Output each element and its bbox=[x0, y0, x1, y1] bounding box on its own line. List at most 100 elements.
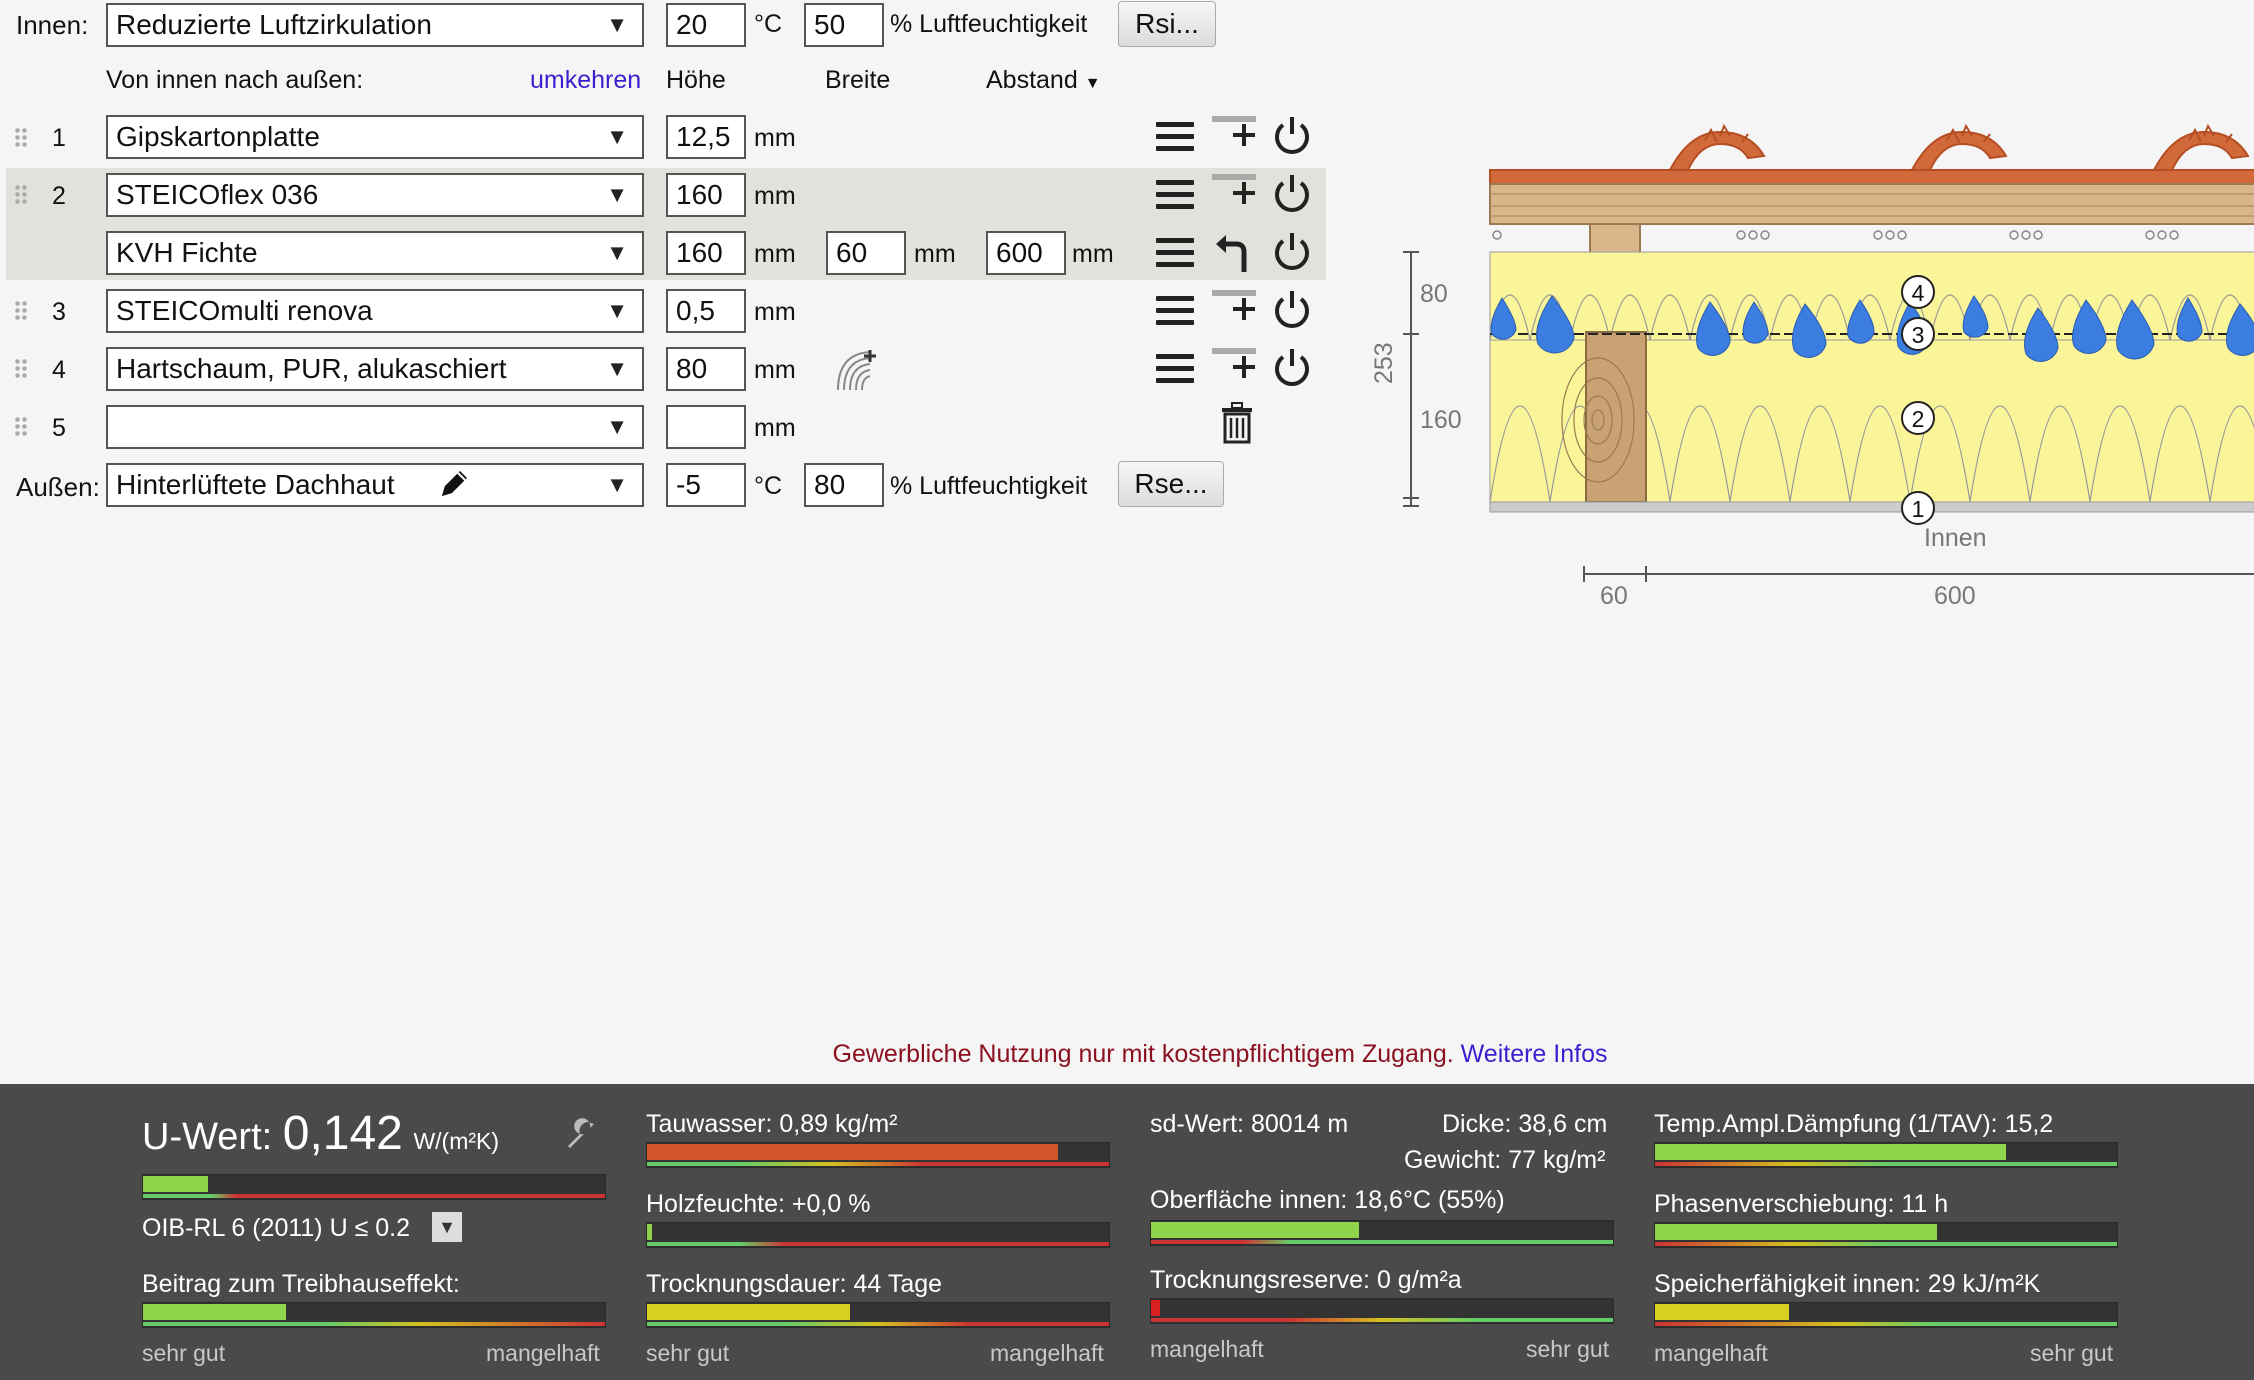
layer-menu-icon[interactable] bbox=[1156, 354, 1194, 386]
outside-humidity-input[interactable]: 80 bbox=[804, 463, 884, 507]
scale-good-label: sehr gut bbox=[2030, 1340, 2114, 1366]
inside-temp-input[interactable]: 20 bbox=[666, 3, 746, 47]
drying-reserve-bar bbox=[1150, 1298, 1614, 1324]
roof-tiles bbox=[1489, 123, 2254, 185]
dim-bottom-label: 160 bbox=[1420, 406, 1462, 434]
pencil-icon[interactable] bbox=[436, 466, 472, 502]
condensate-bar-fill bbox=[647, 1144, 1059, 1160]
more-info-link[interactable]: Weitere Infos bbox=[1461, 1040, 1608, 1068]
u-value-number: 0,142 bbox=[282, 1107, 403, 1160]
dim-spacing-label: 600 bbox=[1934, 582, 1976, 610]
wood-moisture-bar bbox=[646, 1222, 1110, 1248]
undo-arrow-icon[interactable] bbox=[1214, 232, 1254, 274]
layer-spacing-input[interactable]: 600 bbox=[986, 231, 1066, 275]
inside-label: Innen: bbox=[16, 10, 89, 40]
greenhouse-label: Beitrag zum Treibhauseffekt: bbox=[142, 1270, 460, 1298]
layer-width-unit: mm bbox=[914, 240, 956, 268]
inside-preset-value: Reduzierte Luftzirkulation bbox=[116, 9, 432, 40]
weight-label: Gewicht: 77 kg/m² bbox=[1404, 1146, 1606, 1174]
layer-menu-icon[interactable] bbox=[1156, 296, 1194, 328]
greenhouse-bar bbox=[142, 1302, 606, 1328]
drag-handle-icon[interactable] bbox=[14, 300, 28, 322]
phase-shift-label: Phasenverschiebung: 11 h bbox=[1654, 1190, 1949, 1218]
add-sublayer-icon[interactable] bbox=[1210, 286, 1258, 326]
wrench-icon[interactable] bbox=[566, 1118, 600, 1152]
power-toggle-icon[interactable] bbox=[1272, 172, 1312, 214]
marker-3: 3 bbox=[1911, 322, 1925, 348]
layer-thickness-input[interactable]: 160 bbox=[666, 173, 746, 217]
u-value-label: U-Wert: bbox=[142, 1116, 273, 1158]
drag-handle-icon[interactable] bbox=[14, 184, 28, 206]
layer-material-select[interactable]: STEICOflex 036 ▼ bbox=[106, 173, 644, 217]
layer-thickness-input[interactable] bbox=[666, 405, 746, 449]
layer-number: 4 bbox=[52, 356, 66, 384]
wood-moisture-bar-fill bbox=[647, 1224, 652, 1240]
roof-section-diagram bbox=[1403, 123, 2254, 582]
scale-good-label: sehr gut bbox=[142, 1340, 226, 1366]
layer-material-select[interactable]: Gipskartonplatte ▼ bbox=[106, 115, 644, 159]
damping-bar bbox=[1654, 1142, 2118, 1168]
rsi-button[interactable]: Rsi... bbox=[1118, 1, 1216, 47]
layer-thickness-input[interactable]: 12,5 bbox=[666, 115, 746, 159]
drag-handle-icon[interactable] bbox=[14, 127, 28, 149]
inside-preset-select[interactable]: Reduzierte Luftzirkulation ▼ bbox=[106, 3, 644, 47]
marker-4: 4 bbox=[1911, 280, 1925, 306]
layer-menu-icon[interactable] bbox=[1156, 180, 1194, 212]
trash-icon[interactable] bbox=[1220, 402, 1254, 444]
condensate-label: Tauwasser: 0,89 kg/m² bbox=[646, 1110, 898, 1138]
layer-unit: mm bbox=[754, 298, 796, 326]
column-height-header: Höhe bbox=[666, 66, 726, 94]
column-width-header: Breite bbox=[825, 66, 891, 94]
add-sublayer-icon[interactable] bbox=[1210, 112, 1258, 152]
reverse-link[interactable]: umkehren bbox=[530, 68, 641, 93]
chevron-down-icon: ▼ bbox=[606, 356, 628, 381]
layer-number: 1 bbox=[52, 124, 66, 152]
power-toggle-icon[interactable] bbox=[1272, 230, 1312, 272]
chevron-down-icon: ▼ bbox=[606, 298, 628, 323]
commercial-notice: Gewerbliche Nutzung nur mit kostenpflich… bbox=[0, 1040, 2254, 1069]
scale-bad-label: mangelhaft bbox=[486, 1340, 600, 1366]
layer-material-select[interactable]: STEICOmulti renova ▼ bbox=[106, 289, 644, 333]
add-sublayer-icon[interactable] bbox=[1210, 344, 1258, 384]
norm-dropdown-icon[interactable]: ▼ bbox=[432, 1212, 462, 1242]
layer-material-select[interactable]: ▼ bbox=[106, 405, 644, 449]
layer-menu-icon[interactable] bbox=[1156, 122, 1194, 154]
u-value-bar-fill bbox=[143, 1176, 208, 1192]
layer-number: 2 bbox=[52, 182, 66, 210]
outside-preset-select[interactable]: Hinterlüftete Dachhaut ▼ bbox=[106, 463, 644, 507]
layer-material-select[interactable]: Hartschaum, PUR, alukaschiert ▼ bbox=[106, 347, 644, 391]
layer-thickness-input[interactable]: 0,5 bbox=[666, 289, 746, 333]
layer-material-value: Gipskartonplatte bbox=[116, 121, 320, 152]
heat-capacity-bar-fill bbox=[1655, 1304, 1789, 1320]
phase-shift-bar-scale bbox=[1655, 1242, 2117, 1246]
layer-unit: mm bbox=[754, 356, 796, 384]
power-toggle-icon[interactable] bbox=[1272, 114, 1312, 156]
layer-material-select[interactable]: KVH Fichte ▼ bbox=[106, 231, 644, 275]
greenhouse-bar-scale bbox=[143, 1322, 605, 1326]
heat-capacity-bar bbox=[1654, 1302, 2118, 1328]
outside-temp-input[interactable]: -5 bbox=[666, 463, 746, 507]
inside-diagram-label: Innen bbox=[1924, 524, 1987, 552]
damping-label: Temp.Ampl.Dämpfung (1/TAV): 15,2 bbox=[1654, 1110, 2054, 1138]
layer-unit: mm bbox=[754, 414, 796, 442]
rse-button[interactable]: Rse... bbox=[1118, 461, 1224, 507]
add-wood-layer-icon[interactable] bbox=[834, 346, 880, 394]
power-toggle-icon[interactable] bbox=[1272, 288, 1312, 330]
inside-temp-unit: °C bbox=[754, 10, 783, 38]
marker-2: 2 bbox=[1911, 406, 1925, 432]
inside-humidity-input[interactable]: 50 bbox=[804, 3, 884, 47]
column-spacing-header[interactable]: Abstand ▼ bbox=[986, 68, 1101, 93]
layer-thickness-input[interactable]: 160 bbox=[666, 231, 746, 275]
layer-menu-icon[interactable] bbox=[1156, 238, 1194, 270]
layer-width-input[interactable]: 60 bbox=[826, 231, 906, 275]
drag-handle-icon[interactable] bbox=[14, 416, 28, 438]
layer-material-value: Hartschaum, PUR, alukaschiert bbox=[116, 353, 507, 384]
power-toggle-icon[interactable] bbox=[1272, 346, 1312, 388]
layer-thickness-input[interactable]: 80 bbox=[666, 347, 746, 391]
drag-handle-icon[interactable] bbox=[14, 358, 28, 380]
drying-duration-bar-scale bbox=[647, 1322, 1109, 1326]
add-sublayer-icon[interactable] bbox=[1210, 170, 1258, 210]
scale-good-label: sehr gut bbox=[1526, 1336, 1610, 1362]
thickness-label: Dicke: 38,6 cm bbox=[1442, 1110, 1608, 1138]
phase-shift-bar bbox=[1654, 1222, 2118, 1248]
